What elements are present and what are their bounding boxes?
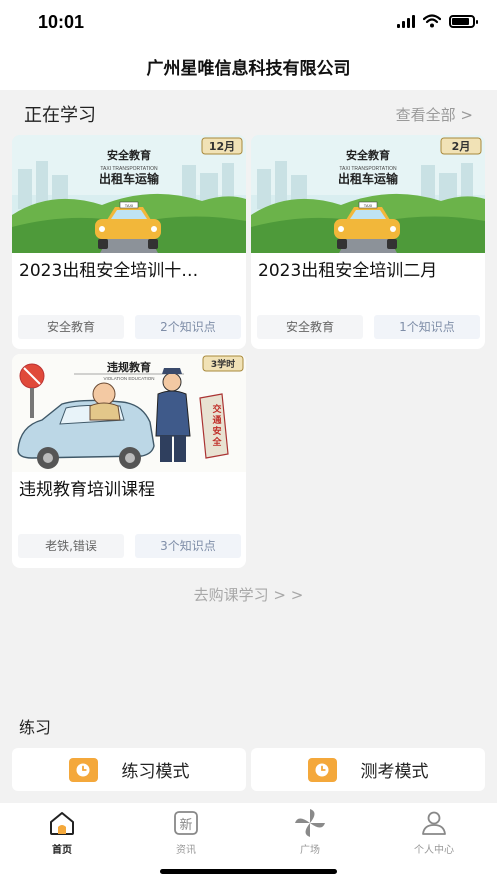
wifi-icon	[423, 14, 441, 28]
course-category-tag: 安全教育	[18, 315, 124, 339]
course-card-2[interactable]: TAXI 安全教育 TAXI TRANSPORTATION 出租车运输 2月 2…	[251, 135, 485, 349]
thumb-badge: 3学时	[211, 358, 235, 370]
taxi-sign-text: TAXI	[364, 203, 373, 208]
knowledge-points-tag: 3个知识点	[135, 534, 241, 558]
sign-char-1: 交	[212, 403, 221, 415]
see-all-link[interactable]: 查看全部 >	[396, 104, 473, 125]
course-title: 违规教育培训课程	[19, 480, 155, 500]
course-category-tag: 安全教育	[257, 315, 363, 339]
home-indicator	[160, 869, 337, 874]
user-icon	[372, 809, 496, 837]
tab-home-label: 首页	[52, 845, 72, 856]
tab-news[interactable]: 新 资讯	[124, 809, 248, 856]
course-thumbnail-taxi: TAXI 安全教育 TAXI TRANSPORTATION 出租车运输 2月	[251, 135, 485, 253]
status-bar: 10:01	[0, 0, 497, 48]
tab-square[interactable]: 广场	[248, 809, 372, 856]
thumb-header: 安全教育	[346, 148, 390, 162]
knowledge-points-tag: 1个知识点	[374, 315, 480, 339]
news-icon-glyph: 新	[179, 817, 192, 833]
course-card-3[interactable]: 违规教育 VIOLATION EDUCATION 交 通 安 全 3学时 违规教…	[12, 354, 246, 568]
tab-news-label: 资讯	[176, 845, 196, 856]
buy-course-link[interactable]: 去购课学习 > >	[0, 584, 497, 605]
learning-section-header: 正在学习 查看全部 >	[24, 100, 473, 128]
sign-char-2: 通	[212, 414, 221, 426]
cellular-signal-icon	[397, 14, 415, 28]
exam-mode-label: 测考模式	[360, 762, 429, 782]
knowledge-points-tag: 2个知识点	[135, 315, 241, 339]
taxi-sign-text: TAXI	[125, 203, 134, 208]
thumb-header: 违规教育	[107, 360, 151, 374]
sign-char-3: 安	[212, 425, 221, 437]
news-icon: 新	[124, 809, 248, 837]
course-card-1[interactable]: TAXI 安全教育 TAXI TRANSPORTATION 出租车运输 12月 …	[12, 135, 246, 349]
thumb-header: 安全教育	[107, 148, 151, 162]
exam-mode-button[interactable]: 测考模式	[251, 748, 485, 791]
tab-profile-label: 个人中心	[414, 845, 454, 856]
thumb-badge: 12月	[209, 140, 235, 153]
clock-icon	[68, 757, 98, 782]
tab-square-label: 广场	[300, 845, 320, 856]
thumb-main: 出租车运输	[99, 171, 160, 186]
nav-bar: 广州星唯信息科技有限公司	[0, 48, 497, 90]
page-title: 广州星唯信息科技有限公司	[146, 59, 351, 79]
course-thumbnail-violation: 违规教育 VIOLATION EDUCATION 交 通 安 全 3学时	[12, 354, 246, 472]
status-icons	[397, 14, 478, 28]
thumb-sub: VIOLATION EDUCATION	[103, 376, 154, 381]
thumb-badge: 2月	[452, 140, 471, 153]
course-title: 2023出租安全培训二月	[258, 261, 438, 281]
status-time: 10:01	[38, 12, 85, 32]
pinwheel-icon	[248, 809, 372, 837]
battery-icon	[449, 14, 478, 28]
learning-section-title: 正在学习	[24, 105, 96, 126]
thumb-main: 出租车运输	[338, 171, 399, 186]
clock-icon	[307, 757, 337, 782]
course-thumbnail-taxi: TAXI 安全教育 TAXI TRANSPORTATION 出租车运输 12月	[12, 135, 246, 253]
sign-char-4: 全	[211, 436, 222, 448]
course-category-tag: 老铁,错误	[18, 534, 124, 558]
practice-section-title: 练习	[19, 718, 52, 737]
tab-profile[interactable]: 个人中心	[372, 809, 496, 856]
tab-home[interactable]: 首页	[0, 809, 124, 856]
home-icon	[0, 809, 124, 837]
practice-mode-label: 练习模式	[121, 762, 190, 782]
battery-level	[452, 17, 469, 25]
practice-mode-button[interactable]: 练习模式	[12, 748, 246, 791]
course-title: 2023出租安全培训十…	[19, 261, 199, 281]
